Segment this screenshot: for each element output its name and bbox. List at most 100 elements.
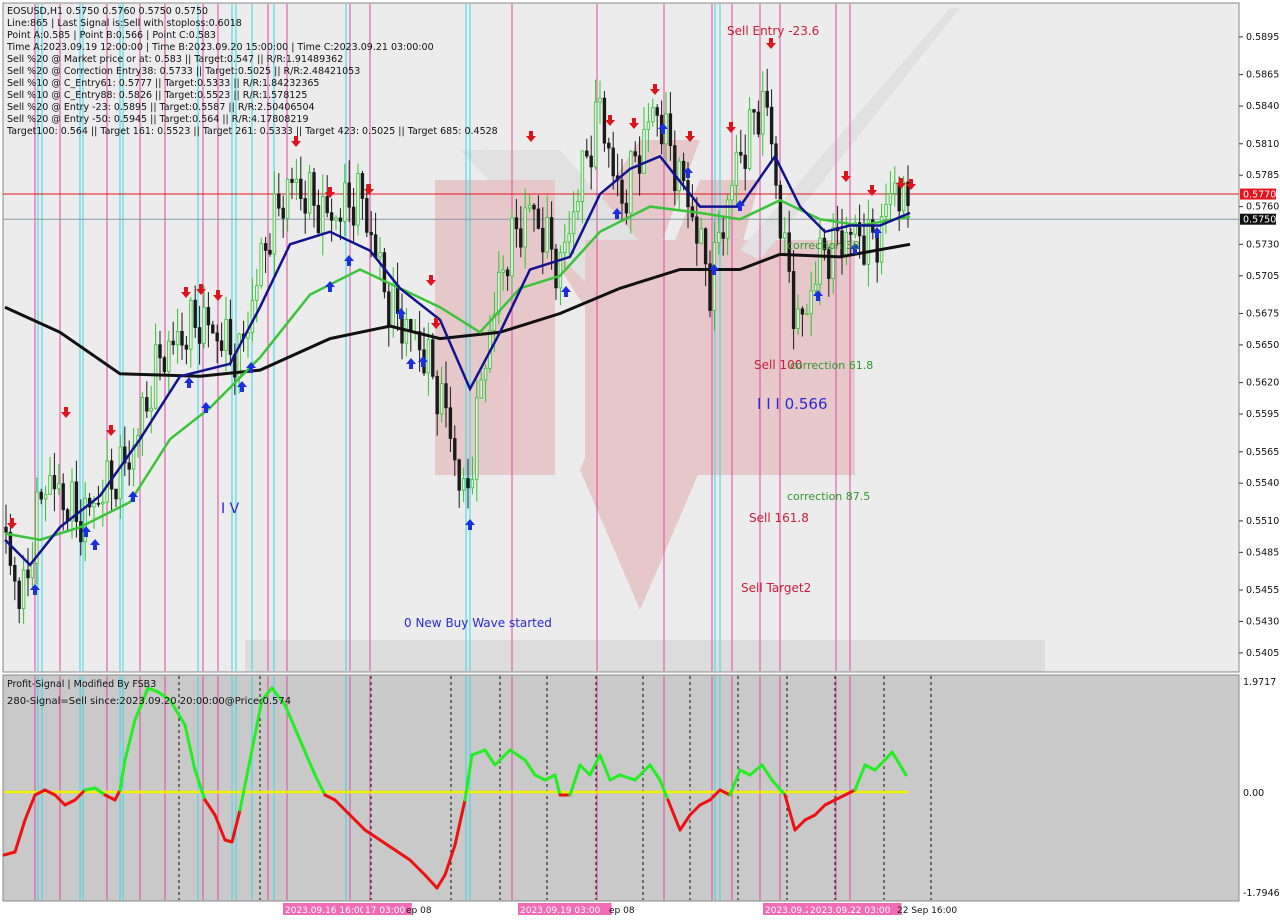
candle-body (479, 379, 483, 399)
candle-body (338, 217, 343, 222)
price-tick-label: 0.5865 (1246, 70, 1279, 81)
candle-body (774, 143, 778, 186)
candle-body (334, 217, 338, 221)
price-tick-label: 0.5485 (1246, 547, 1279, 558)
candle-body (153, 344, 158, 409)
candle-body (695, 216, 699, 244)
price-tick-label: 0.5730 (1246, 239, 1279, 250)
candle-body (184, 344, 189, 350)
candle-body (466, 478, 470, 489)
time-axis-label: 2023.09.22 03:00 (810, 906, 891, 916)
candle-body (70, 481, 74, 522)
oscillator-segment (83, 786, 97, 792)
candle-body (365, 198, 369, 233)
time-axis-label: 22 Sep 16:00 (897, 906, 957, 916)
candle-body (43, 494, 48, 500)
info-line: Sell %20 @ Entry -50: 0.5945 || Target:0… (7, 114, 309, 125)
candle-body (681, 160, 686, 181)
candle-body (677, 160, 681, 192)
candle-body (510, 217, 514, 277)
candle-body (475, 397, 479, 480)
candle-body (224, 318, 228, 351)
candle-body (607, 142, 611, 149)
candle-body (439, 383, 444, 415)
time-axis-label: 2023.09.19 03:00 (520, 906, 601, 916)
candle-body (8, 531, 13, 566)
candle-body (197, 327, 202, 344)
candle-body (52, 475, 57, 490)
time-axis-label: 17 03:00 (365, 906, 406, 916)
indicator-plot-area[interactable] (2, 674, 1240, 902)
candle-body (796, 308, 800, 329)
candle-body (250, 299, 255, 334)
candle-body (712, 242, 717, 311)
candle-body (171, 340, 175, 346)
candle-body (17, 580, 21, 610)
candle-body (325, 196, 329, 214)
candle-body (849, 231, 853, 235)
candle-body (761, 90, 765, 135)
candle-body (30, 562, 35, 579)
candle-body (351, 206, 356, 226)
candle-body (329, 212, 334, 221)
candle-body (294, 178, 299, 183)
candle-body (431, 339, 435, 377)
candle-body (505, 269, 510, 277)
time-axis[interactable]: 2023.09.16 16:00 17 03:00 ep 08 2023.09.19 … (3, 902, 1239, 917)
candle-body (593, 101, 598, 168)
candle-body (611, 147, 615, 177)
candle-body (805, 313, 809, 316)
info-line: Sell %10 @ C_Entry61: 0.5777 || Target:0… (7, 78, 319, 89)
candle-body (514, 217, 519, 230)
candle-body (624, 202, 629, 214)
candle-body (673, 145, 677, 192)
candle-body (35, 491, 39, 564)
candle-body (105, 460, 109, 503)
candle-body (426, 339, 431, 374)
price-tick-label: 0.5540 (1246, 478, 1279, 489)
price-tick-label: 0.5430 (1246, 616, 1279, 627)
candle-body (373, 234, 378, 258)
candle-body (703, 228, 708, 265)
candle-body (268, 249, 272, 255)
candle-body (752, 109, 756, 113)
candle-body (96, 502, 101, 505)
candle-body (527, 204, 532, 209)
price-tick-label: 0.5675 (1246, 308, 1279, 319)
candle-body (118, 446, 123, 500)
candle-body (888, 193, 893, 205)
candle-body (158, 344, 162, 359)
candle-body (558, 252, 563, 289)
sell-entry-label: Sell Entry -23.6 (727, 24, 819, 38)
bid-price-text: 0.5750 (1243, 215, 1276, 226)
candle-body (633, 151, 637, 157)
candle-body (497, 272, 501, 315)
candle-body (61, 483, 65, 511)
candle-body (523, 207, 527, 248)
info-line: Target100: 0.564 || Target 161: 0.5523 |… (6, 126, 498, 137)
candle-body (13, 565, 17, 582)
candle-body (211, 324, 215, 334)
candle-body (145, 397, 149, 412)
candle-body (862, 235, 866, 265)
candle-body (620, 179, 624, 204)
info-line: Sell %10 @ C_Entry88: 0.5826 || Target:0… (7, 90, 307, 101)
candle-body (893, 182, 897, 194)
candle-body (655, 107, 659, 116)
candle-body (549, 217, 554, 250)
candle-body (167, 340, 171, 372)
candle-body (281, 207, 285, 219)
candle-body (532, 204, 536, 210)
candle-body (259, 243, 263, 287)
candle-body (321, 196, 325, 234)
indicator-tick: 0.00 (1243, 788, 1264, 799)
candle-body (448, 407, 453, 439)
candle-body (769, 106, 774, 145)
candle-body (228, 318, 233, 355)
indicator-signal-text: 280-Signal=Sell since:2023.09.20 20:00:0… (7, 696, 291, 707)
candle-body (585, 150, 589, 157)
candle-body (783, 232, 787, 239)
candle-body (536, 208, 541, 229)
candle-body (378, 252, 382, 258)
sell-target2-label: Sell Target2 (741, 581, 811, 595)
